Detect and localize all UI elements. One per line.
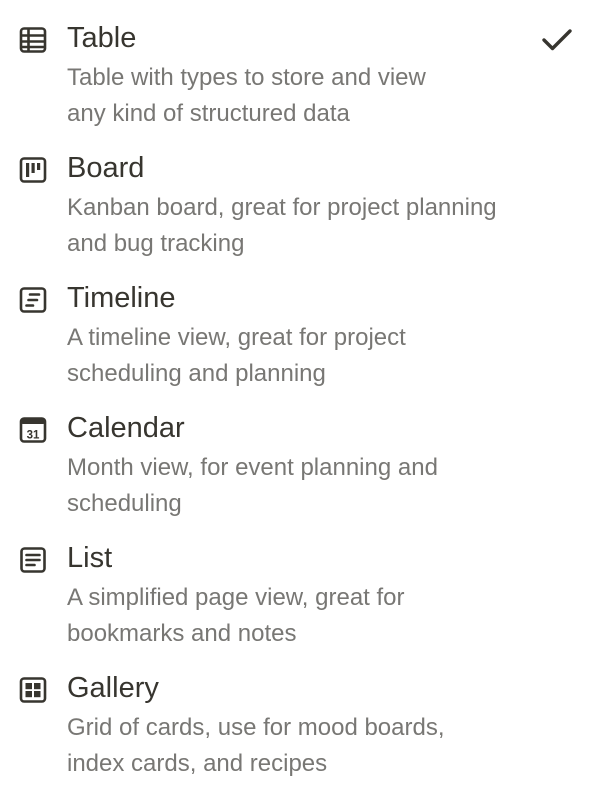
- menu-item-description: Kanban board, great for project planning…: [67, 190, 577, 262]
- description-line: and bug tracking: [67, 230, 245, 257]
- menu-item-description: Month view, for event planning and sched…: [67, 450, 577, 522]
- menu-item-title: List: [67, 542, 113, 574]
- checkmark-icon: [541, 26, 573, 54]
- description-line: scheduling: [67, 490, 182, 517]
- description-line: Kanban board, great for project planning: [67, 194, 497, 221]
- board-icon: [18, 155, 48, 185]
- menu-item-title: Gallery: [67, 672, 159, 704]
- description-line: Month view, for event planning and: [67, 454, 438, 481]
- description-line: any kind of structured data: [67, 100, 350, 127]
- menu-item-description: A simplified page view, great for bookma…: [67, 580, 577, 652]
- description-line: A timeline view, great for project: [67, 324, 406, 351]
- menu-item-title: Timeline: [67, 282, 176, 314]
- menu-item-description: Table with types to store and view any k…: [67, 60, 577, 132]
- menu-item-title: Board: [67, 152, 145, 184]
- description-line: Grid of cards, use for mood boards,: [67, 714, 445, 741]
- menu-item-description: Grid of cards, use for mood boards, inde…: [67, 710, 577, 782]
- menu-item-title: Calendar: [67, 412, 185, 444]
- calendar-icon: 31: [18, 415, 48, 445]
- menu-item-description: A timeline view, great for project sched…: [67, 320, 577, 392]
- menu-item-timeline[interactable]: Timeline A timeline view, great for proj…: [0, 260, 594, 388]
- description-line: index cards, and recipes: [67, 750, 328, 777]
- list-icon: [18, 545, 48, 575]
- description-line: Table with types to store and view: [67, 64, 426, 91]
- menu-item-calendar[interactable]: 31 Calendar Month view, for event planni…: [0, 390, 594, 518]
- menu-item-title: Table: [67, 22, 137, 54]
- menu-item-list[interactable]: List A simplified page view, great for b…: [0, 520, 594, 648]
- timeline-icon: [18, 285, 48, 315]
- calendar-icon-date: 31: [27, 430, 40, 442]
- view-type-menu: Table Table with types to store and view…: [0, 0, 594, 796]
- menu-item-board[interactable]: Board Kanban board, great for project pl…: [0, 130, 594, 258]
- menu-item-table[interactable]: Table Table with types to store and view…: [0, 0, 594, 128]
- description-line: bookmarks and notes: [67, 620, 297, 647]
- menu-item-gallery[interactable]: Gallery Grid of cards, use for mood boar…: [0, 650, 594, 778]
- gallery-icon: [18, 675, 48, 705]
- description-line: scheduling and planning: [67, 360, 326, 387]
- description-line: A simplified page view, great for: [67, 584, 405, 611]
- table-icon: [18, 25, 48, 55]
